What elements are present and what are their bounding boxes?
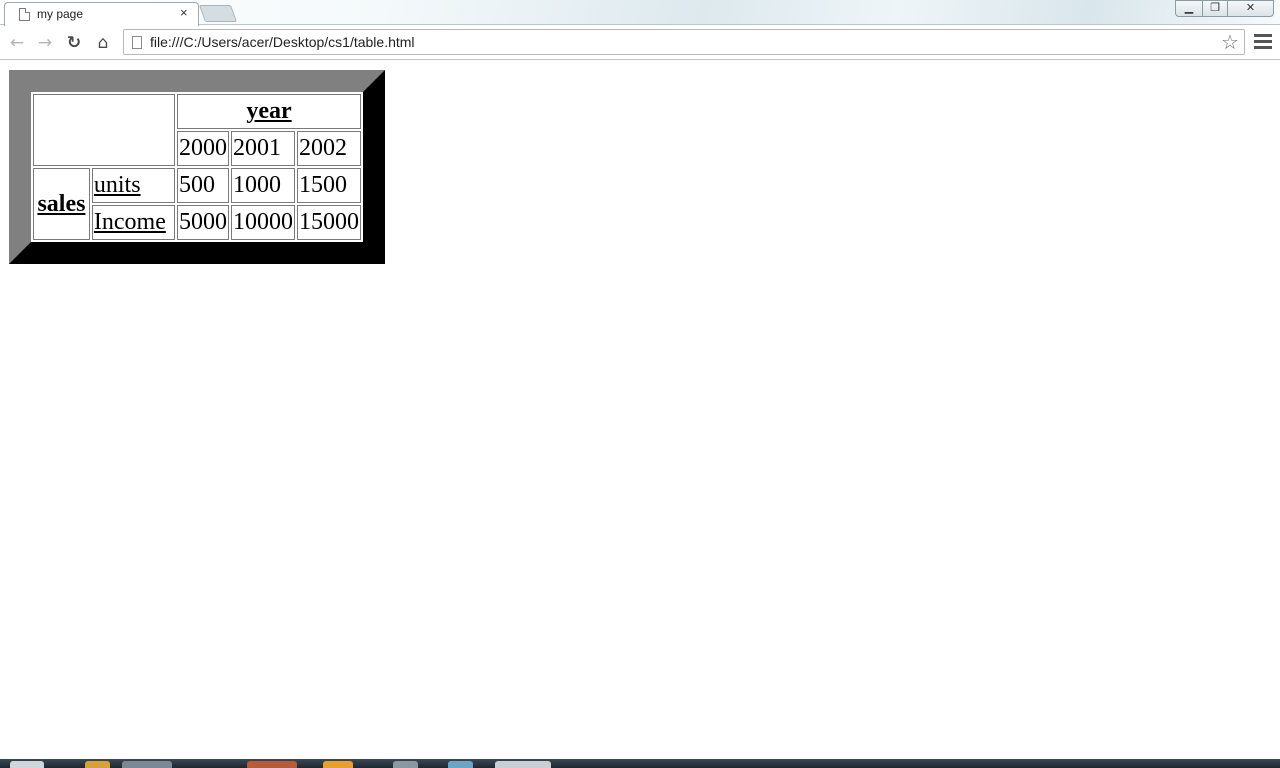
sales-table: year 2000 2001 2002 sales units 500 1000… <box>9 70 385 264</box>
start-button[interactable] <box>10 761 44 768</box>
window-close-button[interactable]: ✕ <box>1227 0 1274 17</box>
taskbar-app-icon[interactable] <box>247 761 297 768</box>
value-cell: 1500 <box>297 168 361 203</box>
reload-icon[interactable]: ↻ <box>63 32 85 54</box>
row-label-income: Income <box>91 205 175 240</box>
year-cell: 2000 <box>177 131 229 166</box>
table-row: year <box>33 94 361 166</box>
taskbar-app-icon[interactable] <box>495 761 551 768</box>
menu-icon[interactable] <box>1254 34 1272 50</box>
taskbar-app-icon[interactable] <box>122 761 172 768</box>
tab-title: my page <box>37 7 84 21</box>
page-icon <box>19 8 30 21</box>
table-row: sales units 500 1000 1500 <box>33 168 361 240</box>
url-text[interactable]: file:///C:/Users/acer/Desktop/cs1/table.… <box>150 34 415 50</box>
taskbar-app-icon[interactable] <box>448 761 473 768</box>
page-content: year 2000 2001 2002 sales units 500 1000… <box>0 61 1280 759</box>
new-tab-button[interactable] <box>198 5 238 22</box>
sales-header: sales <box>33 168 90 240</box>
title-bar: my page × ▁ ❐ ✕ <box>0 0 1280 26</box>
value-cell: 5000 <box>177 205 229 240</box>
value-cell: 1000 <box>231 168 295 203</box>
empty-corner-cell <box>33 94 175 166</box>
home-icon[interactable]: ⌂ <box>92 32 114 54</box>
forward-arrow-icon[interactable]: → <box>34 32 56 54</box>
year-header: year <box>177 94 361 129</box>
year-cell: 2002 <box>297 131 361 166</box>
minimize-button[interactable]: ▁ <box>1175 0 1203 17</box>
taskbar-app-icon[interactable] <box>85 761 110 768</box>
back-arrow-icon[interactable]: ← <box>6 32 28 54</box>
bookmark-star-icon[interactable]: ☆ <box>1221 30 1239 54</box>
restore-button[interactable]: ❐ <box>1202 0 1228 17</box>
taskbar <box>0 759 1280 768</box>
taskbar-app-icon[interactable] <box>393 761 418 768</box>
browser-toolbar: ← → ↻ ⌂ file:///C:/Users/acer/Desktop/cs… <box>0 25 1280 60</box>
tab-my-page[interactable]: my page × <box>4 2 199 26</box>
close-icon[interactable]: × <box>180 6 188 20</box>
value-cell: 500 <box>177 168 229 203</box>
year-cell: 2001 <box>231 131 295 166</box>
row-label-units: units <box>91 168 175 203</box>
value-cell: 15000 <box>297 205 361 240</box>
address-bar[interactable]: file:///C:/Users/acer/Desktop/cs1/table.… <box>123 29 1245 55</box>
taskbar-app-icon[interactable] <box>323 761 353 768</box>
page-icon <box>132 36 142 49</box>
value-cell: 10000 <box>231 205 295 240</box>
